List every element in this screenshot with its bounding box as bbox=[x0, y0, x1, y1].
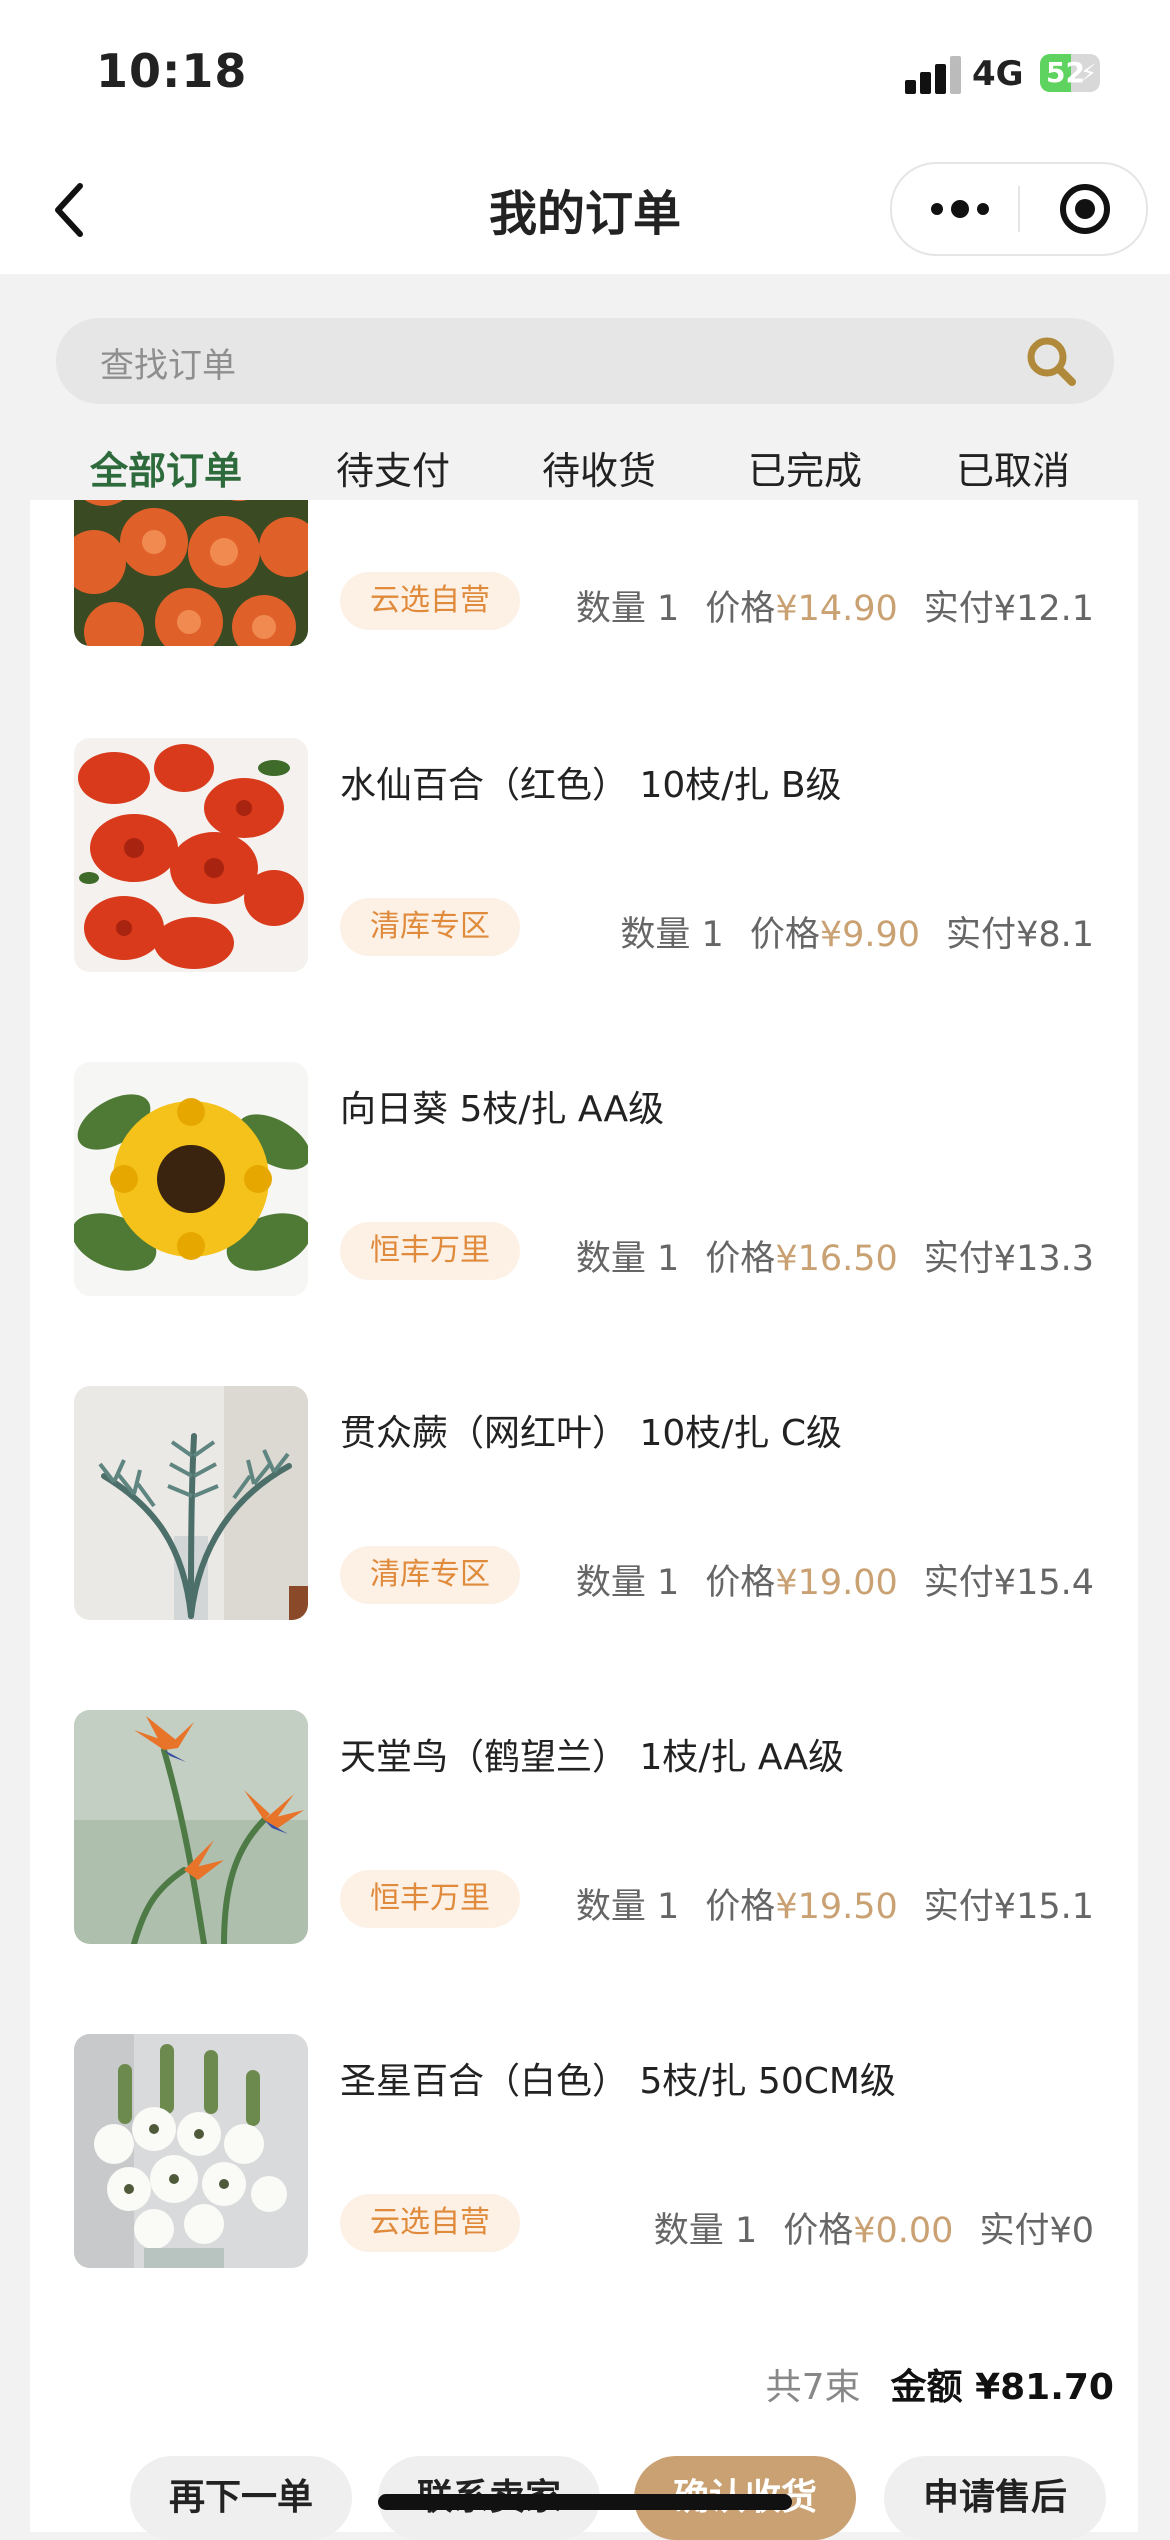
price-row: 数量 1 价格¥0.00 实付¥0 bbox=[654, 2202, 1094, 2253]
price-value: ¥9.90 bbox=[819, 915, 921, 955]
capsule-divider bbox=[1018, 186, 1020, 232]
tab-pending-payment[interactable]: 待支付 bbox=[336, 440, 450, 495]
paid-label: 实付 bbox=[946, 915, 1017, 955]
price-value: ¥14.90 bbox=[775, 589, 898, 629]
price-label: 价格 bbox=[783, 2211, 854, 2251]
paid-label: 实付 bbox=[923, 1239, 994, 1279]
qty-label: 数量 bbox=[620, 915, 691, 955]
price-label: 价格 bbox=[705, 1239, 776, 1279]
store-tag: 清库专区 bbox=[340, 898, 520, 956]
tab-all-orders[interactable]: 全部订单 bbox=[90, 440, 242, 495]
product-image bbox=[74, 738, 308, 972]
order-item[interactable]: 圣星百合（白色） 5枝/扎 50CM级 云选自营 数量 1 价格¥0.00 实付¥0 bbox=[30, 2034, 1138, 2268]
tab-completed[interactable]: 已完成 bbox=[748, 440, 862, 495]
cellular-signal-icon bbox=[905, 56, 961, 94]
price-label: 价格 bbox=[705, 589, 776, 629]
store-tag: 清库专区 bbox=[340, 1546, 520, 1604]
charging-bolt-icon: ⚡ bbox=[1080, 59, 1097, 87]
price-row: 数量 1 价格¥16.50 实付¥13.3 bbox=[576, 1230, 1094, 1281]
qty-label: 数量 bbox=[575, 1239, 646, 1279]
product-image bbox=[74, 1386, 308, 1620]
price-value: ¥0.00 bbox=[853, 2211, 954, 2251]
order-tabs: 全部订单 待支付 待收货 已完成 已取消 bbox=[60, 440, 1110, 500]
paid-value: ¥13.3 bbox=[993, 1239, 1094, 1279]
paid-label: 实付 bbox=[923, 589, 994, 629]
price-value: ¥19.50 bbox=[775, 1887, 898, 1927]
nav-bar: 我的订单 bbox=[0, 140, 1170, 274]
product-image bbox=[74, 1710, 308, 1944]
qty-label: 数量 bbox=[575, 1887, 646, 1927]
store-tag: 云选自营 bbox=[340, 572, 520, 630]
price-row: 数量 1 价格¥19.00 实付¥15.4 bbox=[576, 1554, 1094, 1605]
product-image bbox=[74, 2034, 308, 2268]
order-card[interactable]: 云选自营 数量 1 价格¥14.90 实付¥12.1 水仙百合（红色） 10枝/扎 … bbox=[30, 500, 1138, 2532]
more-button[interactable] bbox=[920, 184, 1000, 234]
store-tag: 云选自营 bbox=[340, 2194, 520, 2252]
price-value: ¥19.00 bbox=[775, 1563, 898, 1603]
product-name: 向日葵 5枝/扎 AA级 bbox=[340, 1089, 665, 1130]
store-tag: 恒丰万里 bbox=[340, 1222, 520, 1280]
more-dots-icon bbox=[951, 200, 969, 218]
price-row: 数量 1 价格¥14.90 实付¥12.1 bbox=[576, 580, 1094, 631]
battery-icon: 52 ⚡ bbox=[1040, 54, 1100, 92]
close-miniprogram-button[interactable] bbox=[1060, 184, 1110, 234]
store-tag: 恒丰万里 bbox=[340, 1870, 520, 1928]
search-icon[interactable] bbox=[1024, 334, 1078, 388]
product-name: 圣星百合（白色） 5枝/扎 50CM级 bbox=[340, 2061, 896, 2102]
more-dots-icon bbox=[931, 203, 943, 215]
paid-value: ¥0 bbox=[1049, 2211, 1094, 2251]
qty-value: 1 bbox=[734, 2211, 758, 2251]
qty-label: 数量 bbox=[575, 1563, 646, 1603]
product-name: 水仙百合（红色） 10枝/扎 B级 bbox=[340, 765, 842, 806]
price-row: 数量 1 价格¥19.50 实付¥15.1 bbox=[576, 1878, 1094, 1929]
product-name: 天堂鸟（鹤望兰） 1枝/扎 AA级 bbox=[340, 1737, 845, 1778]
network-type: 4G bbox=[972, 54, 1024, 94]
status-bar: 10:18 4G 52 ⚡ bbox=[0, 0, 1170, 140]
order-item[interactable]: 贯众蕨（网红叶） 10枝/扎 C级 清库专区 数量 1 价格¥19.00 实付¥15… bbox=[30, 1386, 1138, 1620]
qty-label: 数量 bbox=[575, 589, 646, 629]
product-image bbox=[74, 500, 308, 646]
paid-label: 实付 bbox=[923, 1563, 994, 1603]
miniprogram-capsule bbox=[890, 162, 1148, 256]
paid-value: ¥8.1 bbox=[1016, 915, 1094, 955]
price-label: 价格 bbox=[749, 915, 820, 955]
qty-value: 1 bbox=[657, 1887, 680, 1927]
item-count: 共7束 bbox=[765, 2367, 861, 2408]
status-time: 10:18 bbox=[96, 44, 248, 98]
price-value: ¥16.50 bbox=[775, 1239, 898, 1279]
more-dots-icon bbox=[977, 203, 989, 215]
qty-value: 1 bbox=[701, 915, 724, 955]
order-item[interactable]: 云选自营 数量 1 价格¥14.90 实付¥12.1 bbox=[30, 500, 1138, 646]
paid-value: ¥15.4 bbox=[993, 1563, 1094, 1603]
product-name: 贯众蕨（网红叶） 10枝/扎 C级 bbox=[340, 1413, 842, 1454]
price-row: 数量 1 价格¥9.90 实付¥8.1 bbox=[620, 906, 1094, 957]
price-label: 价格 bbox=[705, 1563, 776, 1603]
tab-pending-receipt[interactable]: 待收货 bbox=[542, 440, 656, 495]
battery-percent: 52 bbox=[1046, 56, 1085, 89]
paid-value: ¥12.1 bbox=[993, 589, 1094, 629]
product-image bbox=[74, 1062, 308, 1296]
qty-value: 1 bbox=[657, 1563, 680, 1603]
after-sales-button[interactable]: 申请售后 bbox=[884, 2456, 1106, 2540]
paid-value: ¥15.1 bbox=[993, 1887, 1094, 1927]
order-item[interactable]: 天堂鸟（鹤望兰） 1枝/扎 AA级 恒丰万里 数量 1 价格¥19.50 实付¥15… bbox=[30, 1710, 1138, 1944]
tab-cancelled[interactable]: 已取消 bbox=[956, 440, 1070, 495]
qty-value: 1 bbox=[657, 589, 680, 629]
paid-label: 实付 bbox=[923, 1887, 994, 1927]
reorder-button[interactable]: 再下一单 bbox=[130, 2456, 352, 2540]
price-label: 价格 bbox=[705, 1887, 776, 1927]
qty-label: 数量 bbox=[653, 2211, 724, 2251]
qty-value: 1 bbox=[657, 1239, 680, 1279]
paid-label: 实付 bbox=[979, 2211, 1050, 2251]
order-item[interactable]: 水仙百合（红色） 10枝/扎 B级 清库专区 数量 1 价格¥9.90 实付¥8.1 bbox=[30, 738, 1138, 972]
order-summary: 共7束 金额 ¥81.70 bbox=[766, 2358, 1114, 2410]
search-placeholder: 查找订单 bbox=[100, 346, 236, 386]
order-item[interactable]: 向日葵 5枝/扎 AA级 恒丰万里 数量 1 价格¥16.50 实付¥13.3 bbox=[30, 1062, 1138, 1296]
order-search-input[interactable]: 查找订单 bbox=[56, 318, 1114, 404]
home-indicator[interactable] bbox=[378, 2494, 792, 2510]
total-amount: 金额 ¥81.70 bbox=[890, 2367, 1114, 2408]
